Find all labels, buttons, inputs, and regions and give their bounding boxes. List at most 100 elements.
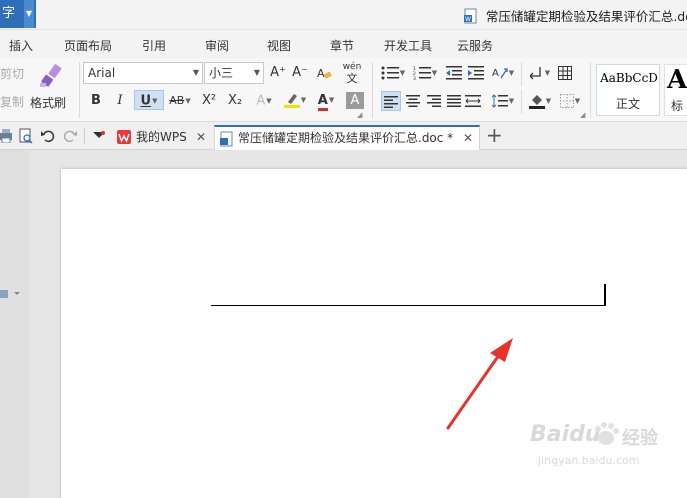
undo-icon[interactable] [41,129,55,143]
border-icon [559,94,574,108]
font-color-button[interactable]: A▼ [312,90,340,111]
style-normal-label: 正文 [615,97,640,111]
style-heading[interactable]: Aa 标 [664,64,687,116]
font-size-select[interactable]: 小三 ▼ [204,62,264,84]
cut-button[interactable]: 剪切 [0,65,24,82]
justify-button[interactable] [444,91,464,111]
borders-button[interactable]: ▼ [556,91,584,111]
red-arrow-annotation [446,338,513,430]
numbering-button[interactable]: 1 2 3 ▼ [410,63,440,83]
divider [521,62,522,86]
navigation-strip [0,150,30,498]
clear-format-icon[interactable]: A [314,63,334,83]
tab-document[interactable]: 常压储罐定期检验及结果评价汇总.doc * ✕ [214,125,480,150]
character-shading-button[interactable]: A [346,92,364,109]
menu-review[interactable]: 审阅 [205,37,229,54]
paragraph-dialog-launcher-icon[interactable]: ◢ [580,111,585,119]
text-direction-icon: A [492,68,508,79]
svg-text:A: A [317,67,325,80]
divider [521,90,522,114]
title-bar: 字 ▼ W 常压储罐定期检验及结果评价汇总.doc [0,0,687,30]
show-hide-marks-button[interactable]: ▼ [526,63,554,83]
chevron-down-icon: ▼ [152,97,158,105]
navigation-pane-icon[interactable] [0,289,22,299]
chevron-down-icon[interactable]: ▼ [24,0,34,28]
distributed-button[interactable] [463,91,483,111]
chevron-down-icon: ▼ [192,68,199,77]
redo-icon[interactable] [63,129,77,143]
window-title: W 常压储罐定期检验及结果评价汇总.doc [464,6,687,24]
menu-developer[interactable]: 开发工具 [384,37,432,54]
close-icon[interactable]: ✕ [196,125,206,149]
text-cursor [604,284,606,306]
tab-document-label: 常压储罐定期检验及结果评价汇总.doc * [238,131,454,145]
highlighter-icon [283,94,300,108]
align-center-button[interactable] [403,91,423,111]
line-spacing-button[interactable]: ▼ [488,91,518,111]
chevron-down-icon: ▼ [328,96,335,104]
strikethrough-button[interactable]: AB▼ [166,91,194,111]
app-menu-button[interactable]: 字 ▼ [0,0,36,28]
align-right-button[interactable] [424,91,444,111]
bullets-button[interactable]: ▼ [378,63,408,83]
format-painter-label: 格式刷 [30,96,67,110]
document-title: 常压储罐定期检验及结果评价汇总.doc [485,9,687,24]
chevron-down-icon: ▼ [185,97,191,105]
distribute-icon [465,94,481,107]
new-tab-button[interactable]: + [486,123,503,147]
phonetic-char-icon: 文 [346,72,358,85]
grow-font-button[interactable]: A⁺ [268,63,288,83]
watermark-url: jingyan.baidu.com [538,454,640,467]
font-name-select[interactable]: Arial ▼ [83,62,203,84]
chevron-down-icon: ▼ [399,69,406,77]
text-effect-button[interactable]: A▼ [252,91,276,111]
svg-text:W: W [465,16,471,23]
subscript-button[interactable]: X₂ [224,91,246,111]
menu-chapter[interactable]: 章节 [330,37,354,54]
phonetic-guide-button[interactable]: wén 文 [338,61,366,85]
increase-indent-button[interactable] [466,63,486,83]
align-left-button[interactable] [381,91,401,111]
menu-bar: 插入 页面布局 引用 审阅 视图 章节 开发工具 云服务 [0,30,687,58]
document-icon [220,131,233,147]
chevron-down-icon: ▼ [508,97,515,105]
line-spacing-icon [491,94,508,108]
ribbon: 剪切 复制 格式刷 Arial ▼ 小三 ▼ A⁺ A⁻ A wén 文 B I … [0,58,687,122]
shading-button[interactable]: ▼ [526,91,554,111]
menu-cloud-service[interactable]: 云服务 [457,37,493,54]
divider [79,62,80,118]
decrease-indent-button[interactable] [444,63,464,83]
shrink-font-button[interactable]: A⁻ [290,63,310,83]
chevron-down-icon: ▼ [253,68,260,77]
superscript-button[interactable]: X² [198,91,220,111]
format-painter-button[interactable]: 格式刷 [30,60,74,118]
font-dialog-launcher-icon[interactable]: ◢ [357,111,362,119]
paw-icon [595,422,619,445]
highlight-button[interactable]: ▼ [282,90,308,110]
menu-view[interactable]: 视图 [267,37,291,54]
table-icon [558,65,572,80]
divider [84,128,85,144]
menu-references[interactable]: 引用 [142,37,166,54]
print-icon[interactable] [0,129,12,143]
chinese-layout-button[interactable]: A ▼ [488,63,518,83]
tab-home[interactable]: 我的WPS ✕ [112,125,212,150]
italic-button[interactable]: I [110,91,130,111]
bold-button[interactable]: B [86,91,106,111]
chevron-down-icon: ▼ [544,69,551,77]
close-icon[interactable]: ✕ [463,126,473,150]
print-preview-icon[interactable] [19,128,33,144]
table-button[interactable] [556,63,574,83]
menu-insert[interactable]: 插入 [9,37,33,54]
underline-button[interactable]: U▼ [134,90,164,110]
copy-button[interactable]: 复制 [0,93,24,110]
chevron-down-icon: ▼ [574,97,581,105]
underline-glyph: U [140,93,152,109]
svg-text:3: 3 [413,76,416,80]
menu-page-layout[interactable]: 页面布局 [64,37,112,54]
style-heading-label: 标 [671,99,684,113]
quick-access-dropdown-icon[interactable] [92,131,106,141]
divider [372,62,373,118]
outdent-icon [446,65,462,79]
style-normal[interactable]: AaBbCcD 正文 [596,64,660,116]
